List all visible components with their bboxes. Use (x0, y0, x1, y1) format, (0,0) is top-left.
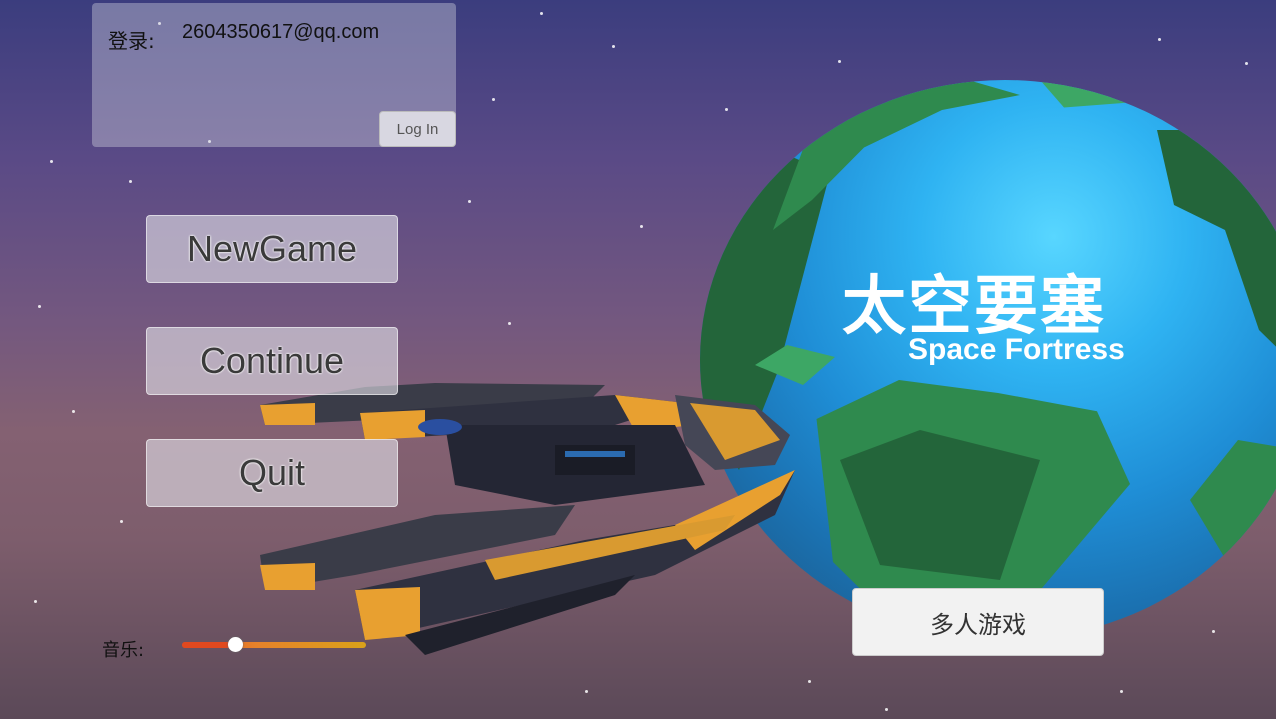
multiplayer-button[interactable]: 多人游戏 (852, 588, 1104, 656)
login-email-field[interactable]: 2604350617@qq.com (182, 21, 379, 44)
login-button[interactable]: Log In (379, 111, 456, 147)
continue-button[interactable]: Continue (146, 327, 398, 395)
spaceship-illustration (260, 383, 795, 655)
new-game-button[interactable]: NewGame (146, 215, 398, 283)
login-label: 登录: (108, 29, 155, 53)
music-label: 音乐: (102, 640, 145, 661)
music-volume-fill (182, 642, 236, 648)
music-volume-slider[interactable] (182, 637, 366, 652)
login-panel: 登录: 2604350617@qq.com Log In (92, 3, 456, 147)
quit-button[interactable]: Quit (146, 439, 398, 507)
game-title-english: Space Fortress (908, 333, 1125, 366)
